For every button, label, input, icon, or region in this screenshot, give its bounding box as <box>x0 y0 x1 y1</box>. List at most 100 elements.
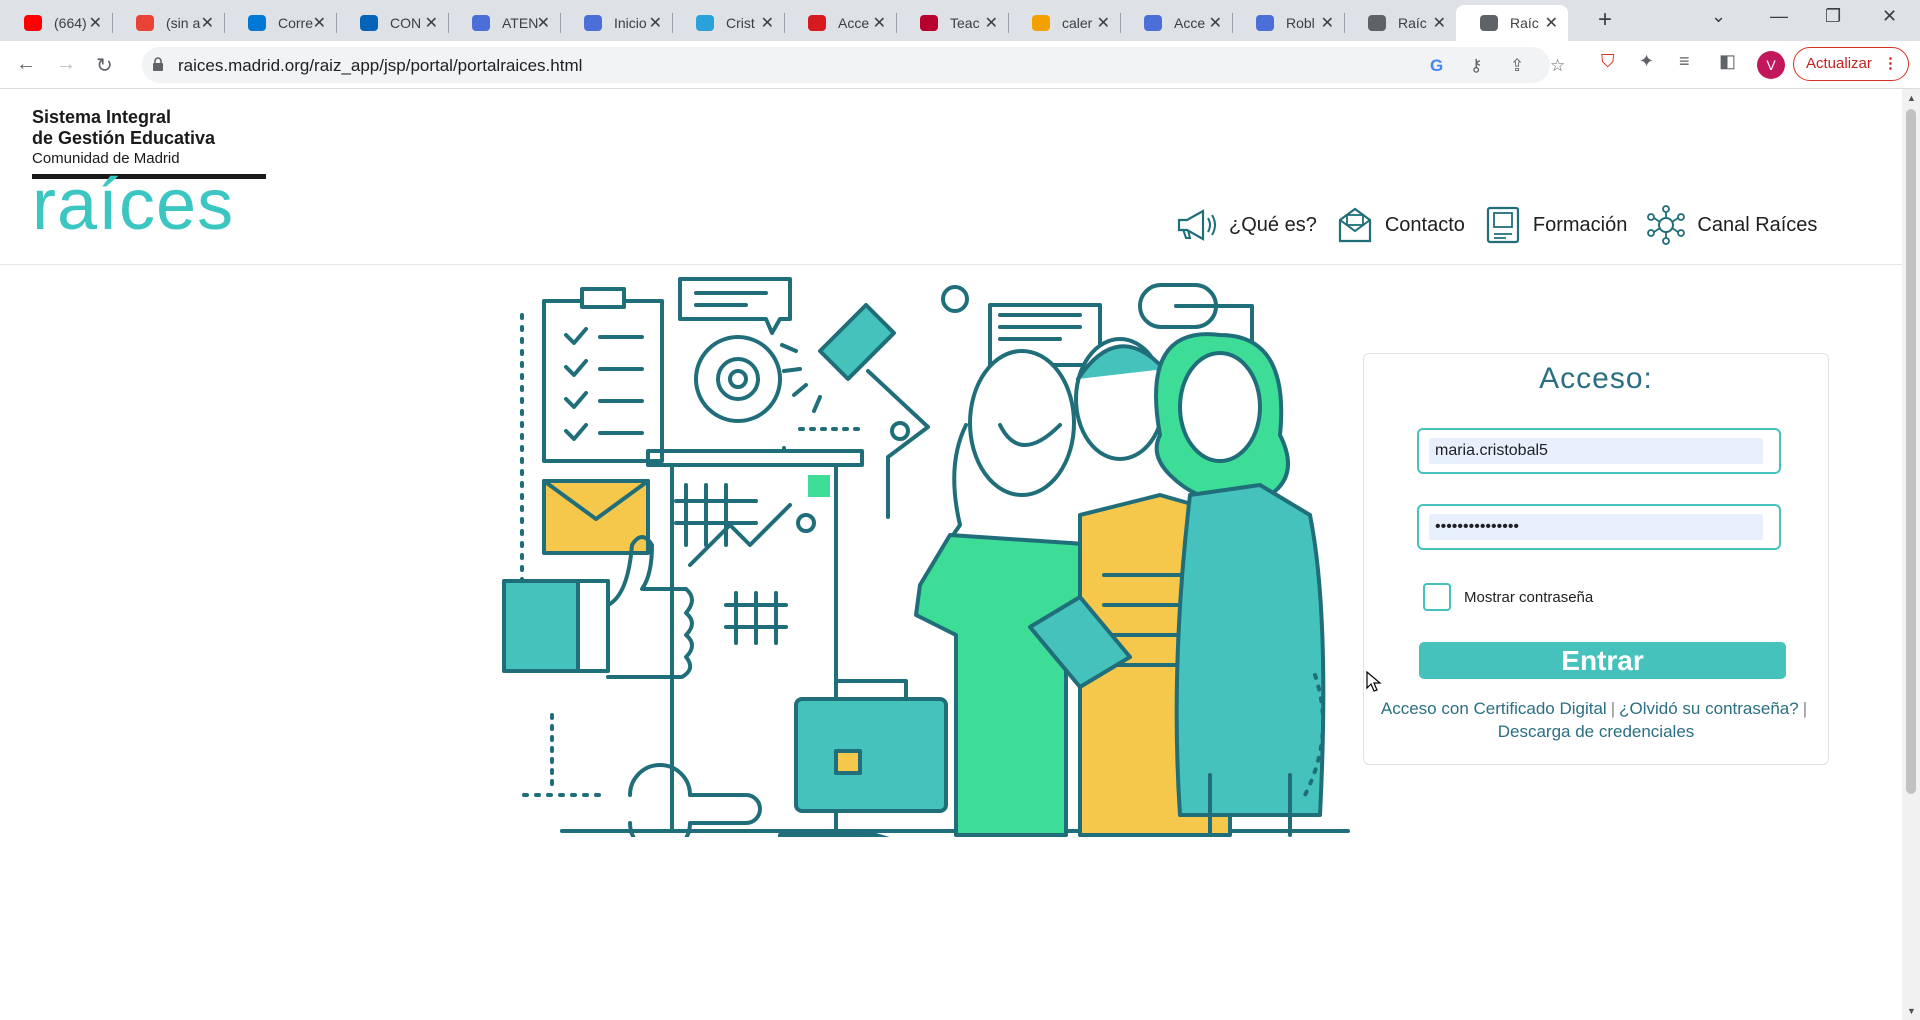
envelope-icon <box>1338 207 1371 243</box>
logo-line-2: de Gestión Educativa <box>32 128 216 148</box>
url-text[interactable]: raices.madrid.org/raiz_app/jsp/portal/po… <box>178 56 582 76</box>
login-title: Acceso: <box>1539 362 1653 395</box>
restore-icon[interactable]: ❐ <box>1825 6 1841 27</box>
browser-toolbar: ← → ↻ raices.madrid.org/raiz_app/jsp/por… <box>0 41 1920 89</box>
tab-close-icon[interactable]: ✕ <box>1321 13 1334 33</box>
globe-icon <box>584 15 602 31</box>
youtube-icon <box>24 15 42 31</box>
tab-close-icon[interactable]: ✕ <box>313 13 326 33</box>
show-password-label[interactable]: Mostrar contraseña <box>1464 589 1593 606</box>
nav-canal-raices[interactable]: Canal Raíces <box>1647 205 1817 245</box>
link-separator: | <box>1802 699 1808 718</box>
tab-close-icon[interactable]: ✕ <box>537 13 550 33</box>
tab-close-icon[interactable]: ✕ <box>985 13 998 33</box>
reload-icon[interactable]: ↻ <box>96 53 113 78</box>
nav-que-es[interactable]: ¿Qué es? <box>1175 208 1317 242</box>
nav-formacion[interactable]: Formación <box>1485 205 1627 245</box>
megaphone-icon <box>1177 209 1216 241</box>
tab-close-icon[interactable]: ✕ <box>89 13 102 33</box>
lock-icon[interactable] <box>152 57 164 71</box>
browser-tab[interactable]: Raíc ✕ <box>1344 5 1456 41</box>
page-content: Sistema Integral de Gestión Educativa Co… <box>0 89 1902 1020</box>
link-separator: | <box>1610 699 1616 718</box>
back-icon[interactable]: ← <box>16 53 36 76</box>
bookmark-star-icon[interactable]: ☆ <box>1550 56 1565 76</box>
globe-icon <box>1144 15 1162 31</box>
browser-tab[interactable]: Raíc ✕ <box>1456 5 1568 41</box>
e-icon <box>808 15 826 31</box>
username-value[interactable]: maria.cristobal5 <box>1429 438 1763 464</box>
network-icon <box>1647 205 1686 245</box>
browser-tab[interactable]: (sin a ✕ <box>112 5 225 41</box>
tab-close-icon[interactable]: ✕ <box>649 13 662 33</box>
browser-tab[interactable]: (664) ✕ <box>0 5 113 41</box>
scroll-down-icon[interactable]: ▼ <box>1907 1006 1916 1016</box>
browser-tab[interactable]: Robl ✕ <box>1232 5 1345 41</box>
forgot-password-link[interactable]: ¿Olvidó su contraseña? <box>1619 699 1799 718</box>
browser-tabbar: (664) ✕ (sin a ✕ Corre ✕ CON ✕ ATEN ✕ Inicio ✕ Crist… <box>0 0 1920 41</box>
more-menu-icon[interactable]: ⋮ <box>1883 48 1898 80</box>
extension-shield-icon[interactable]: ⛉ <box>1601 51 1615 72</box>
raices-logo[interactable]: Sistema Integral de Gestión Educativa Co… <box>32 107 272 245</box>
tab-close-icon[interactable]: ✕ <box>1545 13 1558 33</box>
minimize-icon[interactable]: — <box>1770 6 1788 27</box>
tab-close-icon[interactable]: ✕ <box>1097 13 1110 33</box>
share-icon[interactable]: ⇪ <box>1510 56 1524 76</box>
tab-close-icon[interactable]: ✕ <box>761 13 774 33</box>
globe-icon <box>472 15 490 31</box>
colorwheel-icon <box>1032 15 1050 31</box>
extensions-puzzle-icon[interactable]: ✦ <box>1639 51 1654 72</box>
browser-tab[interactable]: Acce ✕ <box>1120 5 1233 41</box>
hero-illustration <box>502 277 1350 837</box>
browser-tab[interactable]: caler ✕ <box>1008 5 1121 41</box>
globe-icon <box>1256 15 1274 31</box>
m-icon <box>920 15 938 31</box>
tab-close-icon[interactable]: ✕ <box>425 13 438 33</box>
browser-tab[interactable]: Corre ✕ <box>224 5 337 41</box>
tab-close-icon[interactable]: ✕ <box>1433 13 1446 33</box>
media-control-icon[interactable]: ≡ <box>1679 51 1690 72</box>
scrollbar-thumb[interactable] <box>1906 109 1916 794</box>
tab-close-icon[interactable]: ✕ <box>1209 13 1222 33</box>
new-tab-button[interactable]: + <box>1598 6 1612 34</box>
book-icon <box>1486 206 1519 244</box>
password-field[interactable]: ••••••••••••••• <box>1417 504 1781 550</box>
nav-formacion-label: Formación <box>1532 213 1628 236</box>
browser-tab[interactable]: Inicio ✕ <box>560 5 673 41</box>
update-button[interactable]: Actualizar ⋮ <box>1793 47 1909 81</box>
header-divider <box>0 264 1902 265</box>
certificate-link[interactable]: Acceso con Certificado Digital <box>1381 699 1607 718</box>
tab-close-icon[interactable]: ✕ <box>201 13 214 33</box>
cloud-icon <box>360 15 378 31</box>
nav-contacto-label: Contacto <box>1384 213 1465 236</box>
page-scrollbar[interactable]: ▲ ▼ <box>1902 89 1920 1020</box>
browser-tab[interactable]: Acce ✕ <box>784 5 897 41</box>
mouse-cursor-icon <box>1366 671 1382 692</box>
download-credentials-link[interactable]: Descarga de credenciales <box>1498 722 1695 741</box>
login-panel: Acceso: maria.cristobal5 •••••••••••••••… <box>1363 353 1829 765</box>
browser-tab[interactable]: ATEN ✕ <box>448 5 561 41</box>
profile-avatar[interactable]: V <box>1757 51 1785 79</box>
scroll-up-icon[interactable]: ▲ <box>1907 93 1916 103</box>
logo-line-1: Sistema Integral <box>32 107 172 127</box>
close-window-icon[interactable]: ✕ <box>1882 6 1897 27</box>
google-translate-icon[interactable]: G <box>1430 56 1443 76</box>
username-field[interactable]: maria.cristobal5 <box>1417 428 1781 474</box>
browser-tab[interactable]: Teac ✕ <box>896 5 1009 41</box>
side-panel-icon[interactable]: ◧ <box>1719 51 1736 72</box>
browser-tab[interactable]: Crist ✕ <box>672 5 785 41</box>
tab-search-icon[interactable]: ⌄ <box>1711 6 1726 27</box>
address-bar[interactable]: raices.madrid.org/raiz_app/jsp/portal/po… <box>142 47 1565 83</box>
top-navigation: ¿Qué es? Contacto Formación Canal Raíces <box>1175 204 1837 246</box>
nav-que-es-label: ¿Qué es? <box>1229 213 1317 236</box>
nav-contacto[interactable]: Contacto <box>1337 206 1465 244</box>
show-password-checkbox[interactable] <box>1423 583 1451 611</box>
key-icon[interactable]: ⚷ <box>1470 56 1482 76</box>
browser-tab[interactable]: CON ✕ <box>336 5 449 41</box>
tab-close-icon[interactable]: ✕ <box>873 13 886 33</box>
password-value[interactable]: ••••••••••••••• <box>1429 514 1763 540</box>
entrar-button[interactable]: Entrar <box>1419 642 1786 679</box>
nav-canal-raices-label: Canal Raíces <box>1697 213 1818 236</box>
forward-icon[interactable]: → <box>56 53 76 76</box>
logo-wordmark: raíces <box>32 165 235 245</box>
